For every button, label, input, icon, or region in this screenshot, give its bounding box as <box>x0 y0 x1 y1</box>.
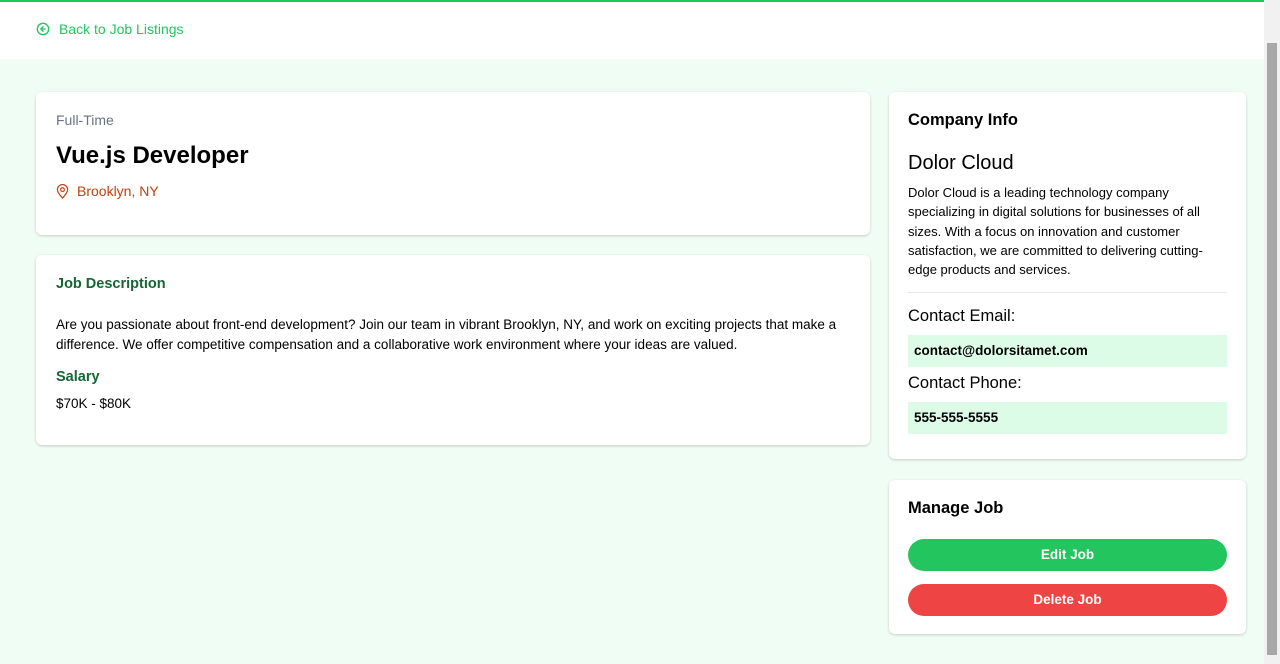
contact-email-label: Contact Email: <box>908 307 1016 325</box>
edit-job-button[interactable]: Edit Job <box>908 539 1227 571</box>
job-type: Full-Time <box>56 112 114 128</box>
company-description: Dolor Cloud is a leading technology comp… <box>908 185 1203 278</box>
back-link-label: Back to Job Listings <box>59 21 184 37</box>
contact-phone-label: Contact Phone: <box>908 374 1022 392</box>
page-scrollbar[interactable] <box>1264 0 1280 664</box>
job-location: Brooklyn, NY <box>56 183 159 199</box>
manage-job-card: Manage Job Edit Job Delete Job <box>889 480 1246 634</box>
contact-phone-value: 555-555-5555 <box>908 402 1227 434</box>
company-info-title: Company Info <box>908 111 1018 129</box>
salary-heading: Salary <box>56 369 100 385</box>
job-description-heading: Job Description <box>56 276 166 292</box>
job-description-text: Are you passionate about front-end devel… <box>56 317 837 352</box>
job-description-card: Job Description Are you passionate about… <box>36 255 870 445</box>
manage-job-title: Manage Job <box>908 499 1004 517</box>
job-header-card: Full-Time Vue.js Developer Brooklyn, NY <box>36 92 870 235</box>
map-pin-icon <box>56 183 69 199</box>
back-to-listings-link[interactable]: Back to Job Listings <box>36 21 184 37</box>
scrollbar-thumb[interactable] <box>1267 43 1277 655</box>
delete-job-button[interactable]: Delete Job <box>908 584 1227 616</box>
contact-email-value: contact@dolorsitamet.com <box>908 335 1227 367</box>
company-info-card: Company Info Dolor Cloud Dolor Cloud is … <box>889 92 1246 459</box>
company-name: Dolor Cloud <box>908 152 1014 174</box>
salary-value: $70K - $80K <box>56 396 132 411</box>
top-nav-bar: Back to Job Listings <box>0 0 1264 59</box>
arrow-circle-left-icon <box>36 22 50 36</box>
job-location-label: Brooklyn, NY <box>77 183 159 199</box>
divider <box>908 292 1227 293</box>
job-title: Vue.js Developer <box>56 142 249 169</box>
